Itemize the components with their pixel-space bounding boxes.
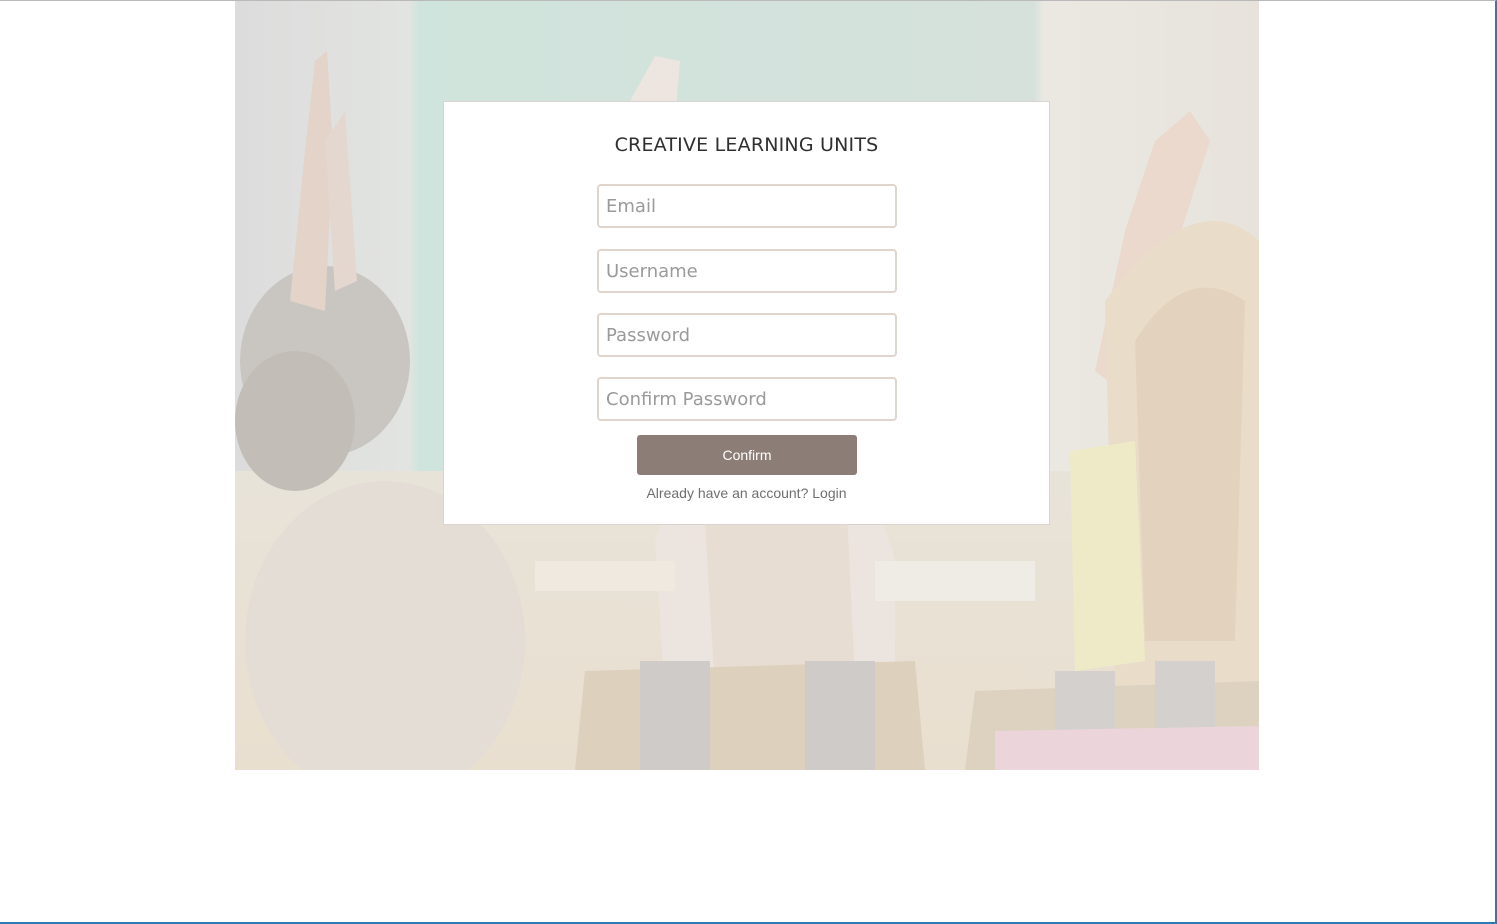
confirm-button[interactable]: Confirm bbox=[637, 435, 857, 475]
login-link[interactable]: Login bbox=[812, 485, 846, 501]
signup-card: CREATIVE LEARNING UNITS Confirm Already … bbox=[443, 101, 1050, 525]
login-prompt-text: Already have an account? bbox=[646, 485, 809, 501]
username-field[interactable] bbox=[597, 249, 897, 293]
browser-viewport: CREATIVE LEARNING UNITS Confirm Already … bbox=[0, 0, 1497, 924]
password-field[interactable] bbox=[597, 313, 897, 357]
page-title: CREATIVE LEARNING UNITS bbox=[614, 134, 879, 156]
confirm-password-field[interactable] bbox=[597, 377, 897, 421]
login-prompt-line: Already have an account? Login bbox=[444, 485, 1049, 501]
email-field[interactable] bbox=[597, 184, 897, 228]
